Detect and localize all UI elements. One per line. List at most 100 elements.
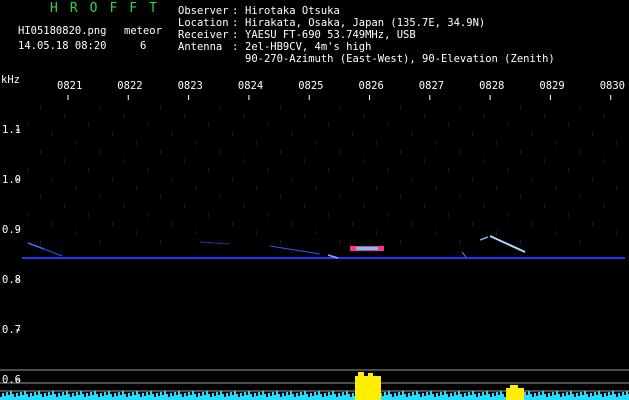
noise-speck <box>232 177 233 181</box>
noise-bar <box>394 393 396 400</box>
meteor-echo <box>199 241 231 245</box>
meteor-echo <box>461 251 467 258</box>
noise-speck <box>376 186 377 190</box>
noise-speck <box>508 168 509 172</box>
noise-speck <box>112 132 113 136</box>
noise-speck <box>160 195 161 199</box>
frequency-tick-label: 1.0 <box>2 174 21 186</box>
noise-speck <box>184 204 185 208</box>
noise-speck <box>292 177 293 181</box>
noise-bar <box>592 396 594 400</box>
noise-bar <box>150 391 152 400</box>
burst-peak <box>510 385 518 390</box>
app-brand: HROFFT <box>50 1 169 16</box>
noise-bar <box>138 394 140 400</box>
noise-bar <box>590 393 592 400</box>
noise-bar <box>2 393 4 400</box>
receiver-key: Receiver <box>178 29 229 41</box>
noise-bar <box>132 392 134 400</box>
noise-bar <box>478 393 480 400</box>
noise-bar <box>40 394 42 400</box>
noise-floor <box>0 391 629 400</box>
noise-bar <box>342 392 344 400</box>
noise-bar <box>24 391 26 400</box>
noise-speck <box>76 231 77 235</box>
noise-speck <box>340 240 341 244</box>
noise-speck <box>544 204 545 208</box>
noise-speck <box>268 123 269 127</box>
noise-bar <box>92 395 94 400</box>
noise-speck <box>616 231 617 235</box>
noise-bar <box>82 394 84 400</box>
noise-speck <box>160 105 161 109</box>
noise-bar <box>254 393 256 400</box>
noise-bar <box>556 391 558 400</box>
noise-speck <box>436 186 437 190</box>
noise-speck <box>124 204 125 208</box>
noise-speck <box>556 186 557 190</box>
noise-bar <box>302 395 304 400</box>
noise-bar <box>596 395 598 400</box>
noise-speck <box>352 132 353 136</box>
noise-speck <box>412 132 413 136</box>
noise-bar <box>598 391 600 400</box>
noise-speck <box>568 168 569 172</box>
noise-bar <box>34 392 36 400</box>
noise-speck <box>460 150 461 154</box>
noise-bar <box>400 395 402 400</box>
noise-speck <box>232 132 233 136</box>
noise-speck <box>220 195 221 199</box>
noise-bar <box>524 392 526 400</box>
noise-speck <box>208 213 209 217</box>
noise-speck <box>328 168 329 172</box>
noise-speck <box>256 141 257 145</box>
noise-bar <box>384 392 386 400</box>
noise-bar <box>152 394 154 400</box>
noise-speck <box>616 141 617 145</box>
noise-speck <box>460 195 461 199</box>
noise-bar <box>264 394 266 400</box>
noise-bar <box>446 394 448 400</box>
noise-speck <box>280 150 281 154</box>
noise-speck <box>100 150 101 154</box>
noise-bar <box>36 395 38 400</box>
noise-bar <box>286 392 288 400</box>
noise-speck <box>220 240 221 244</box>
observer-value: Hirotaka Otsuka <box>245 5 340 17</box>
noise-speck <box>172 177 173 181</box>
noise-bar <box>276 391 278 400</box>
noise-speck <box>388 123 389 127</box>
noise-bar <box>248 391 250 400</box>
noise-bar <box>382 396 384 400</box>
noise-bar <box>78 395 80 400</box>
noise-bar <box>586 394 588 400</box>
noise-bar <box>208 394 210 400</box>
time-tick-label: 0830 <box>599 80 625 92</box>
noise-speck <box>460 105 461 109</box>
noise-bar <box>472 391 474 400</box>
noise-speck <box>340 150 341 154</box>
noise-bar <box>120 395 122 400</box>
noise-bar <box>6 392 8 400</box>
noise-speck <box>208 123 209 127</box>
noise-speck <box>220 150 221 154</box>
noise-bar <box>100 393 102 400</box>
noise-speck <box>340 195 341 199</box>
noise-bar <box>578 396 580 400</box>
noise-bar <box>58 393 60 400</box>
noise-bar <box>482 392 484 400</box>
noise-speck <box>436 231 437 235</box>
noise-bar <box>270 396 272 400</box>
noise-bar <box>610 395 612 400</box>
location-colon: : <box>232 17 239 29</box>
noise-bar <box>246 395 248 400</box>
noise-speck <box>544 114 545 118</box>
meteor-echo <box>269 245 321 255</box>
noise-bar <box>624 395 626 400</box>
noise-bar <box>572 394 574 400</box>
noise-bar <box>202 392 204 400</box>
noise-bar <box>498 395 500 400</box>
noise-bar <box>314 392 316 400</box>
noise-bar <box>554 395 556 400</box>
noise-bar <box>564 396 566 400</box>
